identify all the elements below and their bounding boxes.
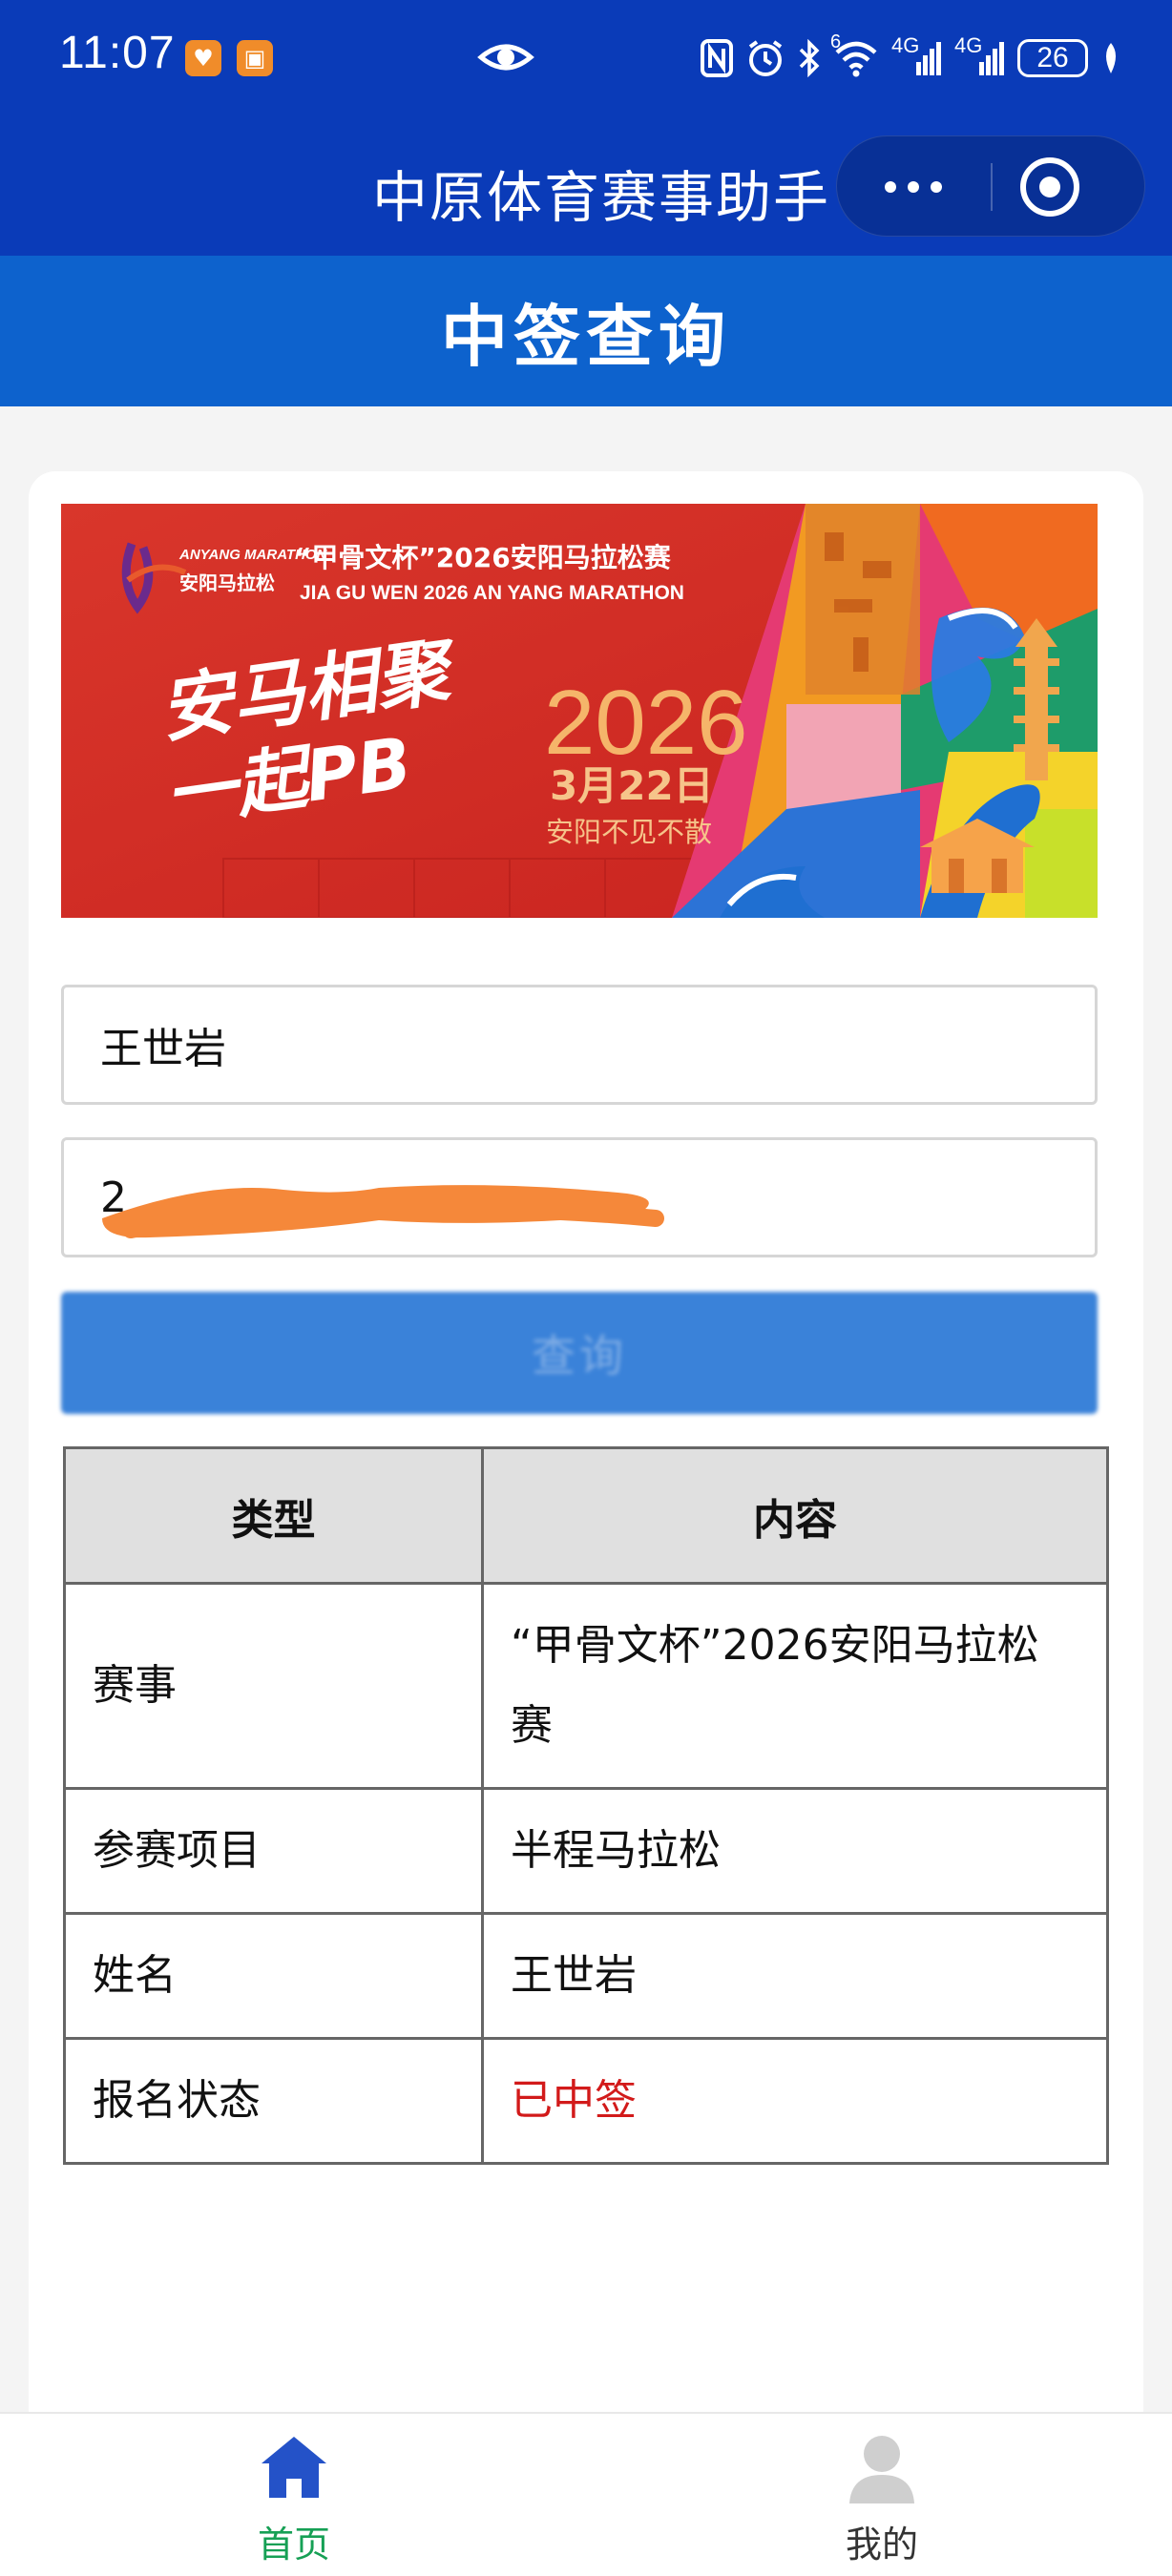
more-options-button[interactable] (837, 136, 990, 238)
header-type: 类型 (63, 1446, 484, 1585)
shopping-app-notification-icon: ▣ (237, 40, 273, 76)
banner-artwork: ANYANG MARATHON 安阳马拉松 “甲骨文杯”2026安阳马拉松赛 J… (61, 504, 1098, 918)
tab-mine[interactable]: 我的 (737, 2414, 1023, 2576)
row-value-category: 半程马拉松 (481, 1787, 1109, 1915)
row-label-category: 参赛项目 (63, 1787, 484, 1915)
tab-home[interactable]: 首页 (149, 2414, 435, 2576)
page-title: 中签查询 (441, 297, 731, 376)
redaction-scribble (102, 1185, 664, 1238)
row-label-status: 报名状态 (63, 2037, 484, 2165)
app-title: 中原体育赛事助手 (372, 165, 831, 230)
row-label-name: 姓名 (63, 1912, 484, 2040)
table-row: 报名状态 已中签 (63, 2037, 1109, 2165)
signal-icon-sim2: 4G (954, 33, 1004, 79)
bluetooth-icon (798, 37, 821, 79)
capsule-menu (836, 135, 1145, 237)
table-row: 姓名 王世岩 (63, 1912, 1109, 2040)
header-content: 内容 (481, 1446, 1109, 1585)
row-value-event: “甲骨文杯”2026安阳马拉松赛 (481, 1582, 1109, 1790)
battery-indicator: 26 (1017, 39, 1088, 77)
banner-date: 3月22日 (550, 762, 714, 809)
status-time: 11:07 (59, 28, 176, 78)
user-avatar-icon (849, 2436, 914, 2503)
tab-mine-label: 我的 (845, 2524, 918, 2566)
table-header-row: 类型 内容 (63, 1446, 1109, 1585)
table-row: 赛事 “甲骨文杯”2026安阳马拉松赛 (63, 1582, 1109, 1790)
query-button[interactable]: 查询 (61, 1292, 1098, 1414)
leaf-icon (1101, 37, 1120, 79)
banner-logo-cn: 安阳马拉松 (179, 571, 275, 594)
health-app-notification-icon: ♥ (185, 40, 221, 76)
banner-event-title-en: JIA GU WEN 2026 AN YANG MARATHON (300, 582, 684, 604)
more-dots-icon (885, 181, 896, 193)
banner-tagline: 安阳不见不散 (546, 816, 712, 848)
more-dots-icon (908, 181, 919, 193)
wifi-icon: 6 (830, 31, 878, 79)
name-input[interactable]: 王世岩 (61, 985, 1098, 1105)
network-type-sim2: 4G (954, 33, 983, 57)
close-mini-program-button[interactable] (1020, 157, 1079, 217)
query-button-label: 查询 (532, 1330, 627, 1381)
mini-program-title-bar: 中原体育赛事助手 (0, 124, 1172, 248)
more-dots-icon (931, 181, 942, 193)
result-table: 类型 内容 赛事 “甲骨文杯”2026安阳马拉松赛 参赛项目 半程马拉松 姓名 … (63, 1446, 1109, 2165)
banner-year: 2026 (544, 672, 748, 774)
row-value-name: 王世岩 (481, 1912, 1109, 2040)
id-number-input[interactable]: 2 (61, 1137, 1098, 1257)
wifi-badge: 6 (830, 31, 842, 52)
close-target-icon (1039, 177, 1060, 197)
bottom-tab-bar: 首页 我的 (0, 2412, 1172, 2576)
tab-home-label: 首页 (257, 2524, 330, 2566)
network-type-sim1: 4G (891, 33, 920, 57)
home-icon (262, 2437, 326, 2498)
signal-icon-sim1: 4G (891, 33, 941, 79)
title-bar-background: 11:07 ♥ ▣ 6 4G 4G 26 中原体育赛事助手 (0, 0, 1172, 256)
eye-icon (477, 44, 534, 71)
status-indicators: 6 4G 4G 26 (701, 31, 1120, 82)
row-value-status: 已中签 (481, 2037, 1109, 2165)
page-header: 中签查询 (0, 256, 1172, 406)
nfc-icon (701, 37, 733, 79)
status-bar: 11:07 ♥ ▣ 6 4G 4G 26 (0, 0, 1172, 114)
capsule-divider (991, 163, 993, 211)
name-input-value: 王世岩 (100, 1025, 226, 1073)
event-banner: ANYANG MARATHON 安阳马拉松 “甲骨文杯”2026安阳马拉松赛 J… (61, 504, 1098, 918)
banner-event-title: “甲骨文杯”2026安阳马拉松赛 (294, 542, 672, 573)
row-label-event: 赛事 (63, 1582, 484, 1790)
alarm-icon (746, 37, 785, 79)
table-row: 参赛项目 半程马拉松 (63, 1787, 1109, 1915)
